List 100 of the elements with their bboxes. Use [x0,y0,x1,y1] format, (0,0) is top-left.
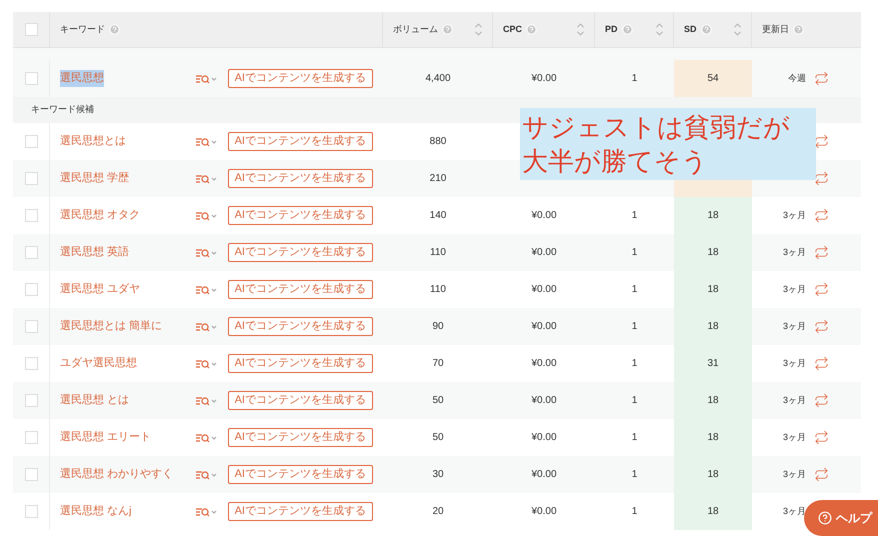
help-icon[interactable] [442,24,453,35]
checkbox[interactable] [24,72,38,85]
generate-content-button[interactable]: AIでコンテンツを生成する [228,391,373,410]
generate-content-button[interactable]: AIでコンテンツを生成する [228,502,373,521]
keyword-link[interactable]: 選民思想 [60,70,104,87]
checkbox[interactable] [24,357,38,370]
refresh-icon[interactable] [814,467,829,482]
keyword-search-icon[interactable] [196,506,218,516]
generate-content-button[interactable]: AIでコンテンツを生成する [228,132,373,151]
generate-content-button[interactable]: AIでコンテンツを生成する [228,428,373,447]
keyword-link[interactable]: 選民思想 英語 [60,244,130,261]
volume-value: 4,400 [425,72,451,86]
keyword-link[interactable]: 選民思想とは 簡単に [60,318,162,335]
help-icon[interactable] [526,24,538,35]
keyword-link[interactable]: 選民思想 ユダヤ [60,281,140,298]
keyword-search-icon[interactable] [196,74,218,84]
refresh-icon[interactable] [814,134,829,149]
checkbox[interactable] [24,468,38,481]
refresh-icon[interactable] [814,319,829,334]
generate-content-button[interactable]: AIでコンテンツを生成する [228,465,373,484]
volume-value: 90 [432,320,444,334]
cpc-value: ¥0.00 [531,468,557,482]
generate-content-button[interactable]: AIでコンテンツを生成する [228,317,373,336]
refresh-icon[interactable] [814,356,829,371]
checkbox[interactable] [24,283,38,296]
refresh-icon[interactable] [814,245,829,260]
cpc-value: ¥0.00 [531,283,557,297]
refresh-icon[interactable] [814,171,829,186]
keyword-link[interactable]: ユダヤ選民思想 [60,355,137,372]
refresh-icon[interactable] [814,393,829,408]
cpc-value: ¥0.00 [531,320,557,334]
keyword-link[interactable]: 選民思想 学歴 [60,170,130,187]
keyword-search-icon[interactable] [196,358,218,368]
generate-content-button[interactable]: AIでコンテンツを生成する [228,169,373,188]
volume-value: 880 [430,135,446,149]
checkbox[interactable] [24,172,38,185]
volume-value: 110 [430,283,446,297]
keyword-link[interactable]: 選民思想 エリート [60,429,152,446]
help-icon [818,511,832,525]
generate-content-button[interactable]: AIでコンテンツを生成する [228,354,373,373]
column-header: CPC [503,22,522,36]
volume-value: 210 [430,172,446,186]
refresh-icon[interactable] [814,430,829,445]
keyword-search-icon[interactable] [196,136,218,146]
volume-value: 70 [432,357,444,371]
help-icon[interactable] [700,24,712,35]
pd-value: 1 [632,468,638,482]
updated-value: 3ヶ月 [782,430,806,444]
keyword-search-icon[interactable] [196,396,218,406]
keyword-search-icon[interactable] [196,210,218,220]
sd-value: 18 [707,320,719,334]
generate-content-button[interactable]: AIでコンテンツを生成する [228,243,373,262]
updated-value: 3ヶ月 [782,468,806,481]
checkbox[interactable] [24,135,38,148]
checkbox[interactable] [24,394,38,407]
annotation-note: サジェストは貧弱だが 大半が勝てそう [520,108,816,180]
refresh-icon[interactable] [814,71,829,86]
keyword-link[interactable]: 選民思想 とは [60,392,130,409]
volume-value: 20 [432,505,444,519]
checkbox[interactable] [24,209,38,222]
sd-value: 18 [707,468,719,482]
column-header: キーワード [60,22,105,36]
refresh-icon[interactable] [814,208,829,223]
refresh-icon[interactable] [814,282,829,297]
updated-value: 3ヶ月 [782,246,806,259]
generate-content-button[interactable]: AIでコンテンツを生成する [228,69,373,88]
column-header: 更新日 [762,22,789,36]
keyword-search-icon[interactable] [196,470,218,480]
keyword-link[interactable]: 選民思想 わかりやすく [60,466,174,483]
keyword-search-icon[interactable] [196,248,218,258]
keyword-link[interactable]: 選民思想とは [60,133,126,150]
cpc-value: ¥0.00 [531,505,557,519]
sd-value: 18 [707,283,719,297]
keyword-search-icon[interactable] [196,174,218,184]
sd-value: 31 [707,357,719,371]
keyword-link[interactable]: 選民思想 オタク [60,207,140,224]
cpc-value: ¥0.00 [531,394,557,408]
help-icon[interactable] [622,24,633,35]
volume-value: 50 [432,394,444,408]
updated-value: 3ヶ月 [782,282,806,296]
keyword-search-icon[interactable] [196,284,218,294]
sd-value: 54 [707,72,719,86]
checkbox[interactable] [24,431,38,444]
keyword-link[interactable]: 選民思想 なんj [60,503,132,520]
generate-content-button[interactable]: AIでコンテンツを生成する [228,280,373,299]
checkbox[interactable] [24,505,38,518]
pd-value: 1 [632,283,638,297]
group-label: キーワード候補 [31,103,94,116]
checkbox[interactable] [24,320,38,333]
help-icon[interactable] [109,24,120,35]
keyword-search-icon[interactable] [196,432,218,442]
checkbox[interactable] [24,23,38,36]
keyword-search-icon[interactable] [196,322,218,332]
sd-value: 18 [707,209,719,223]
generate-content-button[interactable]: AIでコンテンツを生成する [228,206,373,225]
help-button[interactable]: ヘルプ [804,500,878,536]
help-icon[interactable] [793,24,804,35]
pd-value: 1 [632,394,638,408]
checkbox[interactable] [24,246,38,259]
sd-value: 18 [707,246,719,260]
